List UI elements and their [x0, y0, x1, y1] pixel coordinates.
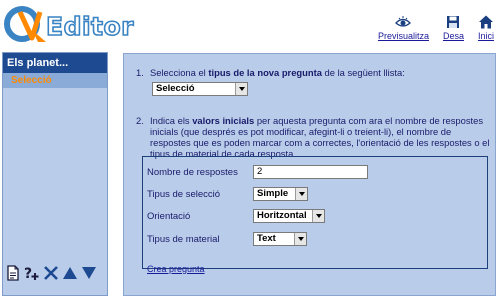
preview-label: Previsualitza	[377, 31, 429, 41]
material-type-value: Text	[257, 233, 276, 244]
selection-type-value: Simple	[257, 188, 289, 199]
step1-num: 1.	[136, 67, 144, 78]
step1-bold: tipus de la nova pregunta	[208, 67, 322, 78]
svg-text:?: ?	[24, 266, 32, 281]
question-type-select[interactable]: Selecció	[152, 82, 248, 96]
preview-link[interactable]: Previsualitza	[378, 14, 429, 41]
main-panel: 1. Selecciona el tipus de la nova pregun…	[123, 53, 496, 296]
save-label: Desa	[442, 31, 464, 41]
create-question-link[interactable]: Crea pregunta	[147, 264, 205, 274]
move-down-icon[interactable]	[81, 265, 97, 281]
step1-post: de la següent llista:	[321, 67, 405, 78]
step2-instructions: Indica els valors inicials per aquesta p…	[150, 115, 492, 159]
sidebar: Els planet... Selecció ?	[2, 52, 108, 296]
home-label: Inici	[477, 31, 494, 41]
sidebar-item-seleccio[interactable]: Selecció	[3, 73, 107, 88]
sidebar-title: Els planet...	[3, 53, 107, 73]
orientation-label: Orientació	[147, 211, 191, 222]
move-up-icon[interactable]	[62, 265, 78, 281]
add-question-icon[interactable]: ?	[24, 265, 40, 281]
chevron-down-icon	[295, 188, 307, 200]
app-logo: Editor	[2, 4, 152, 44]
orientation-select[interactable]: Horitzontal	[253, 209, 325, 223]
material-type-label: Tipus de material	[147, 234, 220, 245]
question-type-value: Selecció	[156, 83, 195, 94]
orientation-value: Horitzontal	[257, 210, 307, 221]
logo-text: Editor	[45, 11, 134, 42]
selection-type-select[interactable]: Simple	[253, 187, 308, 201]
delete-icon[interactable]	[43, 265, 59, 281]
initial-values-box: Nombre de respostes 2 Tipus de selecció …	[142, 156, 488, 269]
save-link[interactable]: Desa	[443, 14, 464, 41]
step2-pre: Indica els	[150, 115, 193, 126]
home-link[interactable]: Inici	[478, 14, 494, 41]
responses-count-input[interactable]: 2	[253, 165, 368, 179]
home-icon	[478, 15, 493, 29]
material-type-select[interactable]: Text	[253, 232, 307, 246]
step2-num: 2.	[136, 115, 144, 126]
floppy-disk-icon	[447, 16, 460, 28]
chevron-down-icon	[294, 233, 306, 245]
sidebar-toolbar: ?	[5, 265, 97, 281]
eye-icon	[395, 16, 412, 27]
step1-pre: Selecciona el	[150, 67, 209, 78]
selection-type-label: Tipus de selecció	[147, 189, 221, 200]
chevron-down-icon	[312, 210, 324, 222]
step2-bold: valors inicials	[192, 115, 255, 126]
chevron-down-icon	[235, 83, 247, 95]
top-toolbar: Previsualitza Desa Inici	[364, 14, 494, 41]
step1-instructions: Selecciona el tipus de la nova pregunta …	[150, 67, 490, 78]
responses-label: Nombre de respostes	[147, 167, 238, 178]
new-document-icon[interactable]	[5, 265, 21, 281]
